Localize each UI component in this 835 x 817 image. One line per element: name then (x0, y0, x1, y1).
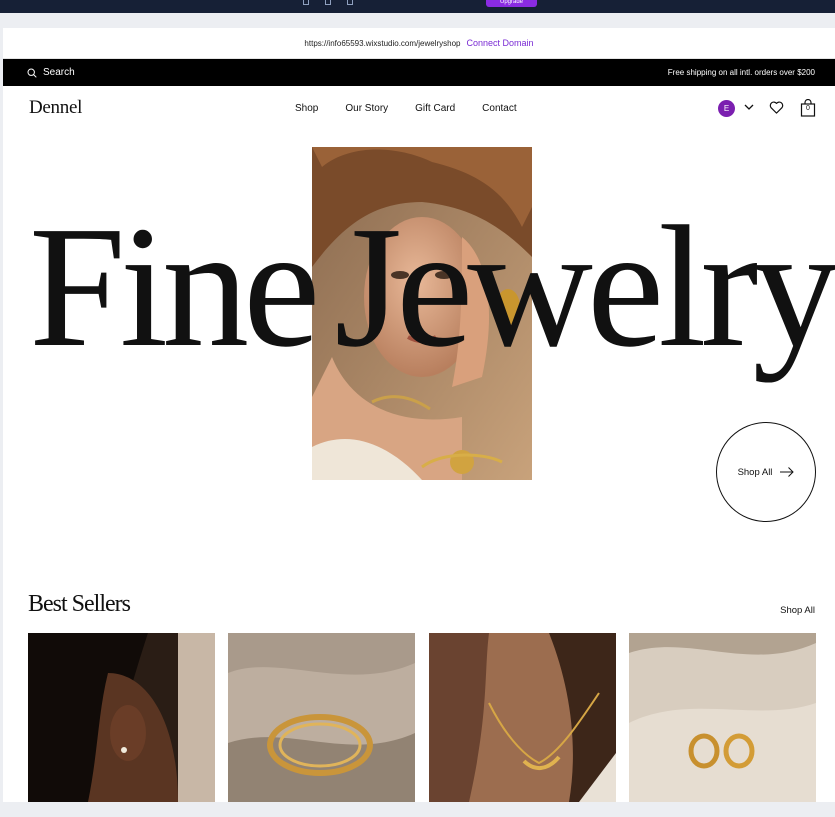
nav-our-story[interactable]: Our Story (345, 103, 388, 114)
hero-title: Fine Jewelry (29, 200, 835, 374)
arrow-right-icon (780, 467, 795, 477)
product-card-gold-necklace[interactable] (429, 633, 616, 802)
hero-shop-all-label: Shop All (737, 466, 773, 478)
best-sellers-shop-all-link[interactable]: Shop All (780, 605, 815, 616)
upgrade-button[interactable]: Upgrade (486, 0, 537, 7)
connect-domain-link[interactable]: Connect Domain (467, 38, 534, 48)
product-grid (28, 633, 818, 802)
mobile-icon[interactable] (347, 0, 353, 5)
search-label: Search (43, 67, 75, 78)
product-image (28, 633, 215, 802)
product-card-earring-portrait[interactable] (28, 633, 215, 802)
search-icon (27, 67, 37, 78)
product-card-gold-bangle[interactable] (228, 633, 415, 802)
product-card-hoop-earrings[interactable] (629, 633, 816, 802)
url-bar: https://info65593.wixstudio.com/jewelrys… (3, 28, 835, 59)
desktop-icon[interactable] (303, 0, 309, 5)
site-url: https://info65593.wixstudio.com/jewelrys… (304, 38, 461, 48)
site-header: Dennel Shop Our Story Gift Card Contact … (3, 86, 835, 131)
editor-top-bar: Upgrade (0, 0, 835, 13)
nav-contact[interactable]: Contact (482, 103, 516, 114)
heart-icon[interactable] (769, 100, 784, 115)
editor-bottom-strip (0, 802, 835, 817)
hero-title-word-1: Fine (29, 190, 320, 383)
product-image (429, 633, 616, 802)
shipping-announcement: Free shipping on all intl. orders over $… (667, 68, 815, 77)
site-logo[interactable]: Dennel (29, 97, 82, 119)
best-sellers-title: Best Sellers (28, 591, 131, 617)
product-image (629, 633, 816, 802)
nav-shop[interactable]: Shop (295, 103, 318, 114)
cart-count: 0 (806, 105, 810, 112)
product-image (228, 633, 415, 802)
site-preview-frame: https://info65593.wixstudio.com/jewelrys… (3, 28, 835, 802)
main-nav: Shop Our Story Gift Card Contact (295, 86, 544, 131)
nav-gift-card[interactable]: Gift Card (415, 103, 455, 114)
hero-title-word-2: Jewelry (334, 190, 835, 383)
chevron-down-icon[interactable] (743, 101, 755, 113)
hero-shop-all-button[interactable]: Shop All (716, 422, 816, 522)
tablet-icon[interactable] (325, 0, 331, 5)
avatar[interactable]: E (718, 100, 735, 117)
promo-bar: Search Free shipping on all intl. orders… (3, 59, 835, 86)
search-button[interactable]: Search (27, 59, 75, 86)
cart-button[interactable]: 0 (800, 98, 816, 117)
